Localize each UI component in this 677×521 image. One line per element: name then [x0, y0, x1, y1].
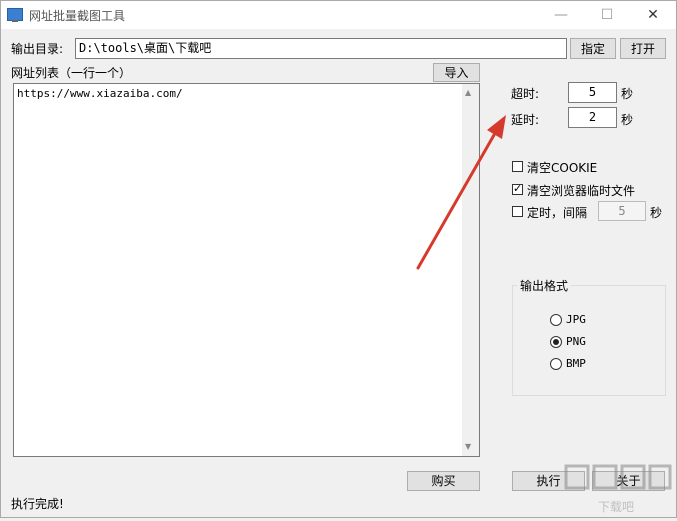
- watermark-logo: 下载吧: [560, 460, 677, 518]
- watermark-text: 下载吧: [598, 500, 635, 514]
- annotation-arrow-icon: [416, 115, 506, 270]
